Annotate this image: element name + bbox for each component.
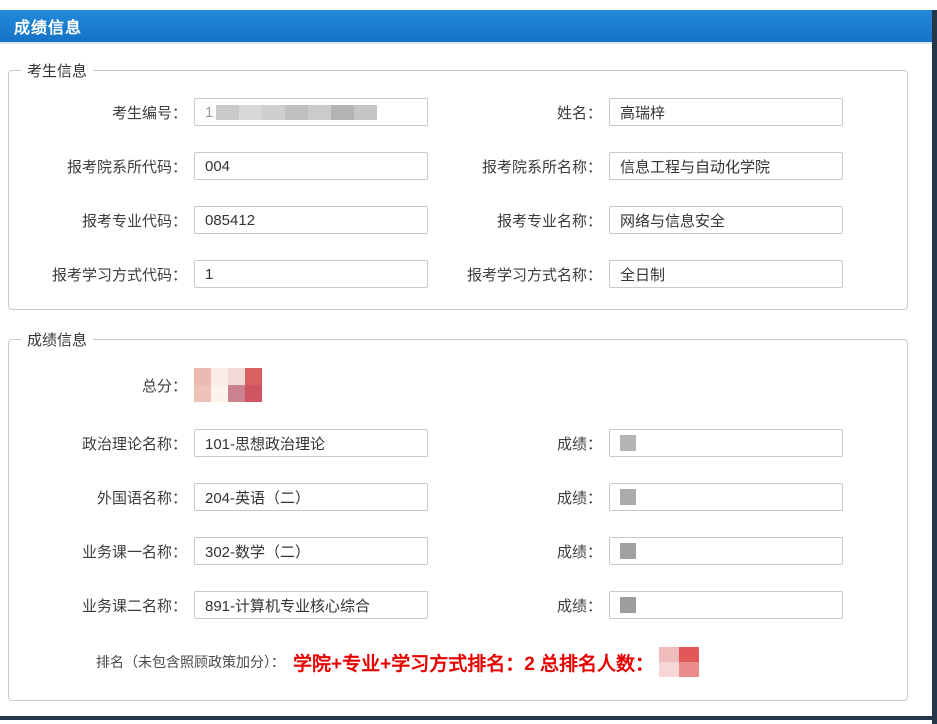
politics-name-field[interactable] xyxy=(194,429,428,457)
course-one-name-field[interactable] xyxy=(194,537,428,565)
ranking-label: 排名（未包含照顾政策加分）： xyxy=(9,652,285,672)
course-two-score-label: 成绩： xyxy=(456,595,609,616)
politics-name-label: 政治理论名称： xyxy=(9,433,194,454)
course-one-name-label: 业务课一名称： xyxy=(9,541,194,562)
subject-row-politics: 政治理论名称： 成绩： xyxy=(9,416,907,470)
ranking-total-redacted xyxy=(659,647,699,677)
name-field[interactable] xyxy=(609,98,843,126)
dept-name-field[interactable] xyxy=(609,152,843,180)
candidate-row-dept: 报考院系所代码： 报考院系所名称： xyxy=(9,139,907,193)
course-two-score-redacted xyxy=(620,597,636,613)
score-info-legend: 成绩信息 xyxy=(21,329,93,350)
candidate-row-id-name: 考生编号： 1 姓名： xyxy=(9,85,907,139)
course-one-score-redacted xyxy=(620,543,636,559)
major-code-label: 报考专业代码： xyxy=(9,210,194,231)
study-mode-name-field[interactable] xyxy=(609,260,843,288)
foreign-language-name-field[interactable] xyxy=(194,483,428,511)
page-header-bar: 成绩信息 xyxy=(0,10,932,44)
dept-code-field[interactable] xyxy=(194,152,428,180)
study-mode-name-label: 报考学习方式名称： xyxy=(456,264,609,285)
foreign-language-score-field[interactable] xyxy=(609,483,843,511)
course-two-name-field[interactable] xyxy=(194,591,428,619)
window-right-border xyxy=(932,10,937,724)
major-name-label: 报考专业名称： xyxy=(456,210,609,231)
subject-row-foreign-language: 外国语名称： 成绩： xyxy=(9,470,907,524)
foreign-language-name-label: 外国语名称： xyxy=(9,487,194,508)
score-info-section: 成绩信息 总分： 政治理论名称： 成绩： 外国语名称： 成绩： 业务课一名称： … xyxy=(8,329,908,701)
foreign-language-score-label: 成绩： xyxy=(456,487,609,508)
course-one-score-label: 成绩： xyxy=(456,541,609,562)
foreign-language-score-redacted xyxy=(620,489,636,505)
study-mode-code-label: 报考学习方式代码： xyxy=(9,264,194,285)
candidate-row-major: 报考专业代码： 报考专业名称： xyxy=(9,193,907,247)
candidate-id-label: 考生编号： xyxy=(9,102,194,123)
candidate-row-study-mode: 报考学习方式代码： 报考学习方式名称： xyxy=(9,247,907,301)
ranking-value-text: 学院+专业+学习方式排名：2 总排名人数： xyxy=(293,647,699,677)
politics-score-field[interactable] xyxy=(609,429,843,457)
course-two-name-label: 业务课二名称： xyxy=(9,595,194,616)
ranking-text: 学院+专业+学习方式排名：2 总排名人数： xyxy=(293,649,654,676)
page-title: 成绩信息 xyxy=(0,14,82,38)
main-content: 考生信息 考生编号： 1 姓名： 报考院系所代码： 报考院系所名称： 报考专业代… xyxy=(0,44,937,701)
candidate-info-section: 考生信息 考生编号： 1 姓名： 报考院系所代码： 报考院系所名称： 报考专业代… xyxy=(8,60,908,310)
course-two-score-field[interactable] xyxy=(609,591,843,619)
politics-score-label: 成绩： xyxy=(456,433,609,454)
course-one-score-field[interactable] xyxy=(609,537,843,565)
study-mode-code-field[interactable] xyxy=(194,260,428,288)
major-name-field[interactable] xyxy=(609,206,843,234)
total-score-label: 总分： xyxy=(9,375,194,396)
candidate-id-visible-prefix: 1 xyxy=(205,104,213,121)
ranking-row: 排名（未包含照顾政策加分）： 学院+专业+学习方式排名：2 总排名人数： xyxy=(9,632,907,692)
dept-code-label: 报考院系所代码： xyxy=(9,156,194,177)
total-score-redacted xyxy=(194,368,262,402)
candidate-info-legend: 考生信息 xyxy=(21,60,93,81)
subject-row-course-two: 业务课二名称： 成绩： xyxy=(9,578,907,632)
candidate-id-field[interactable]: 1 xyxy=(194,98,428,126)
politics-score-redacted xyxy=(620,435,636,451)
window-bottom-border xyxy=(0,716,932,720)
subject-row-course-one: 业务课一名称： 成绩： xyxy=(9,524,907,578)
candidate-id-redacted xyxy=(216,105,377,120)
dept-name-label: 报考院系所名称： xyxy=(456,156,609,177)
total-score-row: 总分： xyxy=(9,354,907,416)
name-label: 姓名： xyxy=(456,102,609,123)
major-code-field[interactable] xyxy=(194,206,428,234)
